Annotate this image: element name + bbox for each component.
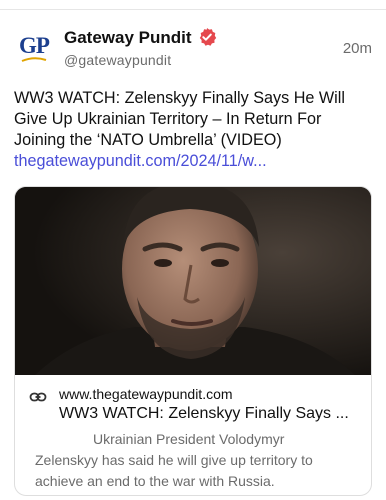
avatar-swoosh-icon	[21, 57, 47, 62]
portrait-photo	[15, 187, 371, 375]
verified-badge-icon	[199, 28, 217, 46]
post-text: WW3 WATCH: Zelenskyy Finally Says He Wil…	[14, 89, 345, 149]
card-meta[interactable]: www.thegatewaypundit.com WW3 WATCH: Zele…	[15, 375, 371, 495]
post-timestamp[interactable]: 20m	[343, 40, 372, 57]
card-description-line: Ukrainian President Volodymyr	[93, 431, 285, 447]
avatar[interactable]: GP	[13, 27, 55, 69]
link-icon	[29, 392, 47, 402]
card-description-line: achieve an end to the war with Russia.	[35, 473, 275, 489]
card-title[interactable]: WW3 WATCH: Zelenskyy Finally Says ...	[59, 405, 364, 423]
card-domain: www.thegatewaypundit.com	[59, 386, 233, 402]
post-link[interactable]: thegatewaypundit.com/2024/11/w...	[14, 151, 370, 172]
display-name[interactable]: Gateway Pundit	[64, 28, 192, 48]
author-handle[interactable]: @gatewaypundit	[64, 52, 171, 68]
card-thumbnail-image[interactable]	[15, 187, 371, 375]
avatar-logo-text: GP	[19, 33, 50, 58]
card-description-line: Zelenskyy has said he will give up terri…	[35, 452, 313, 468]
card-description: Ukrainian President Volodymyr Zelenskyy …	[35, 429, 355, 492]
post[interactable]: GP Gateway Pundit @gatewaypundit 20m WW3…	[0, 0, 386, 500]
link-preview-card[interactable]: www.thegatewaypundit.com WW3 WATCH: Zele…	[14, 186, 372, 496]
